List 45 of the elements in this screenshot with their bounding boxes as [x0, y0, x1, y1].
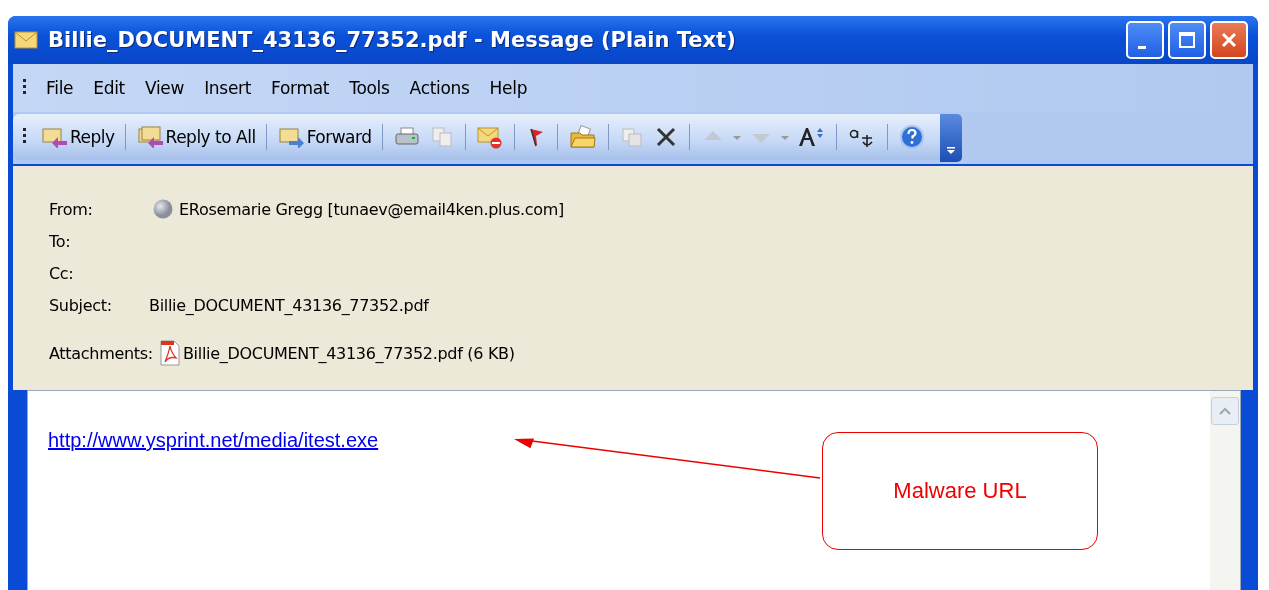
attachment-link[interactable]: Billie_DOCUMENT_43136_77352.pdf (6 KB) — [182, 343, 515, 363]
grip-icon — [23, 128, 26, 146]
envelope-arrow-left-icon — [135, 126, 164, 148]
menu-item[interactable]: Format — [261, 78, 340, 98]
field-label: Cc: — [49, 263, 75, 283]
menu-item[interactable]: Help — [479, 78, 538, 98]
folder-icon[interactable] — [568, 125, 597, 149]
envelope-arrow-left-icon — [40, 126, 68, 148]
annotation-text: Malware URL — [893, 478, 1027, 504]
scrollbar[interactable] — [1210, 391, 1240, 590]
chevron-up-icon — [1219, 407, 1231, 415]
minimize-icon — [1138, 45, 1146, 49]
help-icon[interactable] — [898, 124, 925, 150]
menu-item[interactable]: File — [36, 78, 84, 98]
minimize-button[interactable] — [1126, 21, 1164, 59]
envelope-icon — [14, 31, 38, 49]
close-button[interactable] — [1210, 21, 1248, 59]
reply-button[interactable]: Reply — [36, 126, 119, 148]
reply-all-button[interactable]: Reply to All — [131, 126, 260, 148]
printer-icon[interactable] — [393, 126, 420, 148]
sender-name[interactable]: ERosemarie Gregg [tunaev@email4ken.plus.com] — [179, 199, 565, 219]
envelope-arrow-right-icon — [276, 126, 305, 148]
toolbar-options-button[interactable] — [939, 114, 962, 162]
url-link[interactable]: http://www.ysprint.net/media/itest.exe — [48, 429, 379, 451]
font-size-icon[interactable] — [796, 125, 825, 149]
menu-item[interactable]: Insert — [194, 78, 262, 98]
pdf-file-icon — [158, 340, 181, 366]
forward-button[interactable]: Forward — [272, 126, 376, 148]
field-label: Subject: — [49, 295, 113, 315]
envelope-delete-icon[interactable] — [476, 125, 503, 149]
chevron-down-icon — [945, 146, 956, 156]
grip-icon — [23, 79, 26, 97]
field-label: Attachments: — [49, 343, 153, 363]
menu-item[interactable]: View — [135, 78, 195, 98]
contact-status-icon — [153, 199, 173, 219]
close-icon — [1219, 30, 1239, 50]
subject-text: Billie_DOCUMENT_43136_77352.pdf — [149, 295, 429, 315]
field-label: From: — [49, 199, 94, 219]
window-title: Billie_DOCUMENT_43136_77352.pdf - Message (Plain Text) — [48, 28, 736, 52]
field-label: To: — [49, 231, 72, 251]
menu-item[interactable]: Actions — [399, 78, 480, 98]
menu-item[interactable]: Tools — [339, 78, 400, 98]
menu-item[interactable]: Edit — [83, 78, 135, 98]
maximize-button[interactable] — [1168, 21, 1206, 59]
maximize-icon — [1177, 30, 1197, 50]
